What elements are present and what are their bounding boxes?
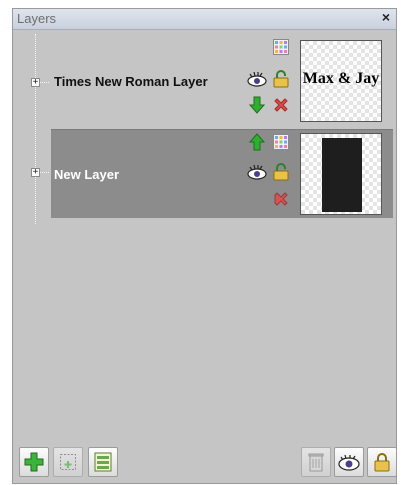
layer-name: New Layer	[54, 167, 120, 182]
title-bar[interactable]: Layers ×	[13, 9, 396, 30]
trash-icon	[308, 453, 324, 472]
delete-x-icon[interactable]	[271, 189, 291, 209]
eye-icon	[338, 454, 360, 471]
layer-row-times-new-roman[interactable]: Times New Roman Layer Max & Jay	[51, 37, 393, 125]
layer-grid-icon[interactable]	[271, 132, 291, 152]
bottom-toolbar	[13, 447, 397, 483]
move-down-arrow-icon[interactable]	[247, 95, 267, 115]
properties-icon	[94, 452, 112, 472]
duplicate-layer-button[interactable]	[53, 447, 83, 477]
layer-properties-button[interactable]	[88, 447, 118, 477]
layers-panel: Layers × + Times New Roman Layer Max & J…	[12, 8, 397, 484]
layer-list: + Times New Roman Layer Max & Jay + New …	[18, 34, 393, 434]
unlock-icon[interactable]	[271, 69, 291, 89]
delete-layer-button[interactable]	[301, 447, 331, 477]
unlock-icon[interactable]	[271, 162, 291, 182]
toggle-visibility-button[interactable]	[334, 447, 364, 477]
thumbnail-shape	[322, 138, 362, 212]
plus-icon	[24, 452, 44, 472]
layer-row-new-layer[interactable]: New Layer	[51, 129, 393, 218]
close-button[interactable]: ×	[382, 9, 390, 25]
lock-layer-button[interactable]	[367, 447, 397, 477]
lock-icon	[374, 453, 390, 472]
move-up-arrow-icon[interactable]	[247, 132, 267, 152]
layer-thumbnail[interactable]: Max & Jay	[300, 40, 382, 122]
add-layer-button[interactable]	[19, 447, 49, 477]
thumbnail-text: Max & Jay	[302, 70, 380, 87]
visibility-eye-icon[interactable]	[247, 69, 267, 89]
expand-toggle-layer-2[interactable]: +	[31, 168, 40, 177]
expand-toggle-layer-1[interactable]: +	[31, 78, 40, 87]
tree-line	[35, 34, 36, 224]
visibility-eye-icon[interactable]	[247, 162, 267, 182]
delete-x-icon[interactable]	[271, 95, 291, 115]
panel-title: Layers	[17, 11, 57, 26]
layer-grid-icon[interactable]	[271, 37, 291, 57]
layer-thumbnail[interactable]	[300, 133, 382, 215]
layer-name: Times New Roman Layer	[54, 74, 208, 89]
duplicate-icon	[60, 454, 76, 470]
